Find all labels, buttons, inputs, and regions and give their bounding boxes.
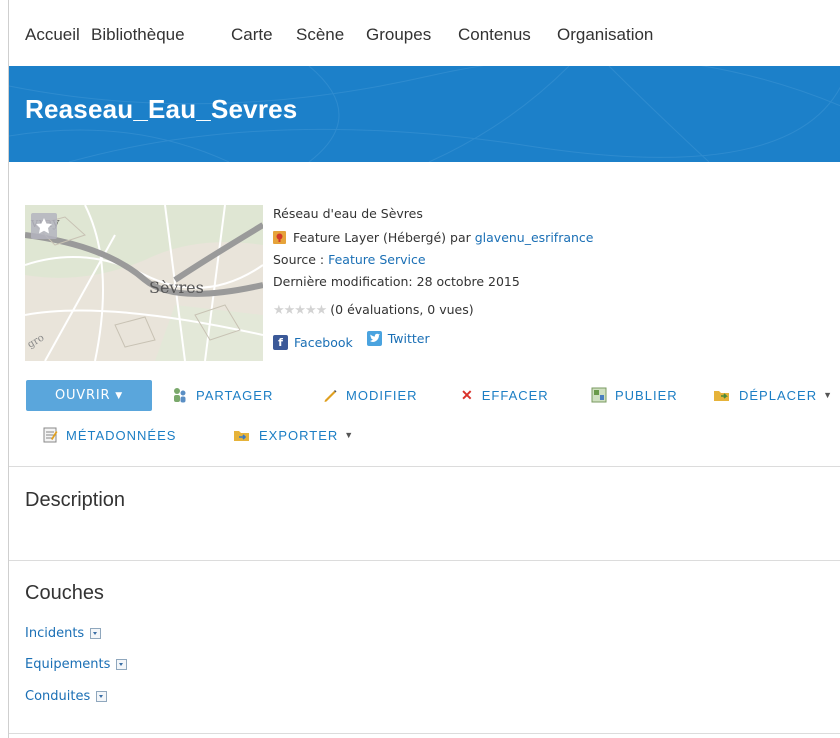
chevron-down-icon: ▼ [115,390,124,401]
item-type-line: Feature Layer (Hébergé) par glavenu_esri… [273,230,593,245]
facebook-share[interactable]: f Facebook [273,335,353,350]
nav-scene[interactable]: Scène [296,25,344,45]
nav-groupes[interactable]: Groupes [366,25,431,45]
last-modified: Dernière modification: 28 octobre 2015 [273,274,520,289]
nav-accueil[interactable]: Accueil [25,25,80,45]
chevron-down-icon: ▼ [823,390,833,400]
top-navigation: Accueil Bibliothèque Carte Scène Groupes… [9,0,840,66]
layer-item-equipements[interactable]: Equipements [25,657,128,672]
nav-contenus[interactable]: Contenus [458,25,531,45]
export-action[interactable]: EXPORTER ▼ [233,427,354,443]
twitter-link[interactable]: Twitter [388,331,430,346]
source-line: Source : Feature Service [273,252,426,267]
modify-action[interactable]: MODIFIER [322,387,418,403]
dropdown-arrow-icon[interactable] [116,659,128,670]
nav-carte[interactable]: Carte [231,25,273,45]
app-frame: Accueil Bibliothèque Carte Scène Groupes… [8,0,840,738]
move-label: DÉPLACER [739,387,818,403]
metadata-label: MÉTADONNÉES [66,427,177,443]
modify-label: MODIFIER [346,387,418,403]
star-icon [36,218,52,234]
layer-label: Conduites [25,689,91,704]
layers-heading: Couches [25,582,104,604]
divider [9,466,840,467]
close-x-icon: ✕ [461,387,474,403]
share-social: f Facebook Twitter [273,331,440,350]
rating-line: ★★★★★ (0 évaluations, 0 vues) [273,302,474,318]
source-label: Source : [273,252,325,267]
map-label-sevres: Sèvres [149,278,204,297]
delete-action[interactable]: ✕ EFFACER [461,387,549,404]
divider [9,560,840,561]
feature-layer-icon [273,231,286,244]
folder-move-icon [714,391,729,401]
item-type-text: Feature Layer (Hébergé) par [292,230,471,245]
divider [9,733,840,734]
facebook-link[interactable]: Facebook [294,335,353,350]
twitter-share[interactable]: Twitter [366,331,430,346]
dropdown-arrow-icon[interactable] [90,628,102,639]
delete-label: EFFACER [481,388,549,403]
metadata-icon [43,427,58,443]
move-action[interactable]: DÉPLACER ▼ [713,387,833,403]
source-link[interactable]: Feature Service [328,252,425,267]
layer-item-conduites[interactable]: Conduites [25,689,108,704]
dropdown-arrow-icon[interactable] [96,691,108,702]
metadata-action[interactable]: MÉTADONNÉES [42,427,176,443]
open-button[interactable]: OUVRIR ▼ [26,380,152,411]
twitter-icon [366,331,382,346]
nav-bibliotheque[interactable]: Bibliothèque [91,25,185,45]
rating-stars[interactable]: ★★★★★ [273,303,327,318]
item-thumbnail: Sèvres vray gro [25,205,263,361]
rating-text: (0 évaluations, 0 vues) [330,302,474,317]
publish-icon [591,387,607,403]
favorite-button[interactable] [31,213,57,239]
publish-label: PUBLIER [615,387,678,403]
share-people-icon [174,388,186,403]
chevron-down-icon: ▼ [344,430,355,440]
export-label: EXPORTER [259,427,339,443]
publish-action[interactable]: PUBLIER [591,387,678,403]
share-action[interactable]: PARTAGER [172,387,273,403]
layer-item-incidents[interactable]: Incidents [25,626,102,641]
description-heading: Description [25,489,126,511]
layer-label: Equipements [25,657,111,672]
share-label: PARTAGER [196,387,274,403]
export-icon [234,431,249,441]
layer-label: Incidents [25,626,85,641]
page-title: Reaseau_Eau_Sevres [25,94,298,124]
title-banner: Reaseau_Eau_Sevres [9,66,840,162]
facebook-icon: f [273,335,288,350]
map-thumbnail-image: Sèvres vray gro [25,205,263,361]
item-summary: Réseau d'eau de Sèvres [273,206,423,221]
open-label: OUVRIR [54,388,111,403]
pencil-icon [324,390,337,402]
nav-organisation[interactable]: Organisation [557,25,653,45]
owner-link[interactable]: glavenu_esrifrance [475,230,594,245]
